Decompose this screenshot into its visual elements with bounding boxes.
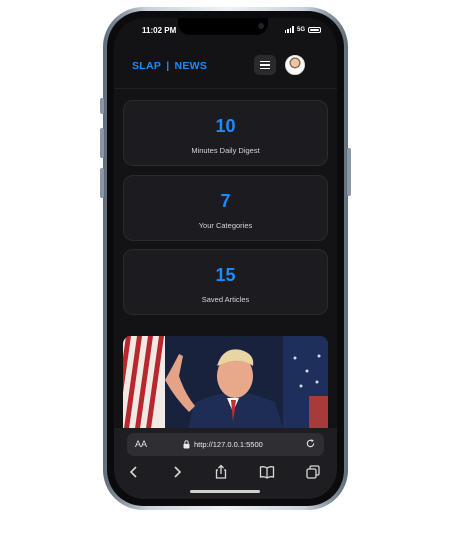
avatar[interactable]	[285, 55, 305, 75]
text-size-button[interactable]: AA	[135, 439, 147, 449]
article-image[interactable]	[123, 336, 328, 428]
power-button	[347, 148, 351, 196]
menu-line	[260, 60, 270, 63]
network-label: 5G	[296, 26, 305, 33]
stat-value: 10	[215, 116, 236, 136]
browser-toolbar: AA http://127.0.0.1:5500	[114, 428, 337, 499]
stat-card-saved: 15 Saved Articles	[123, 249, 328, 315]
hamburger-menu-button[interactable]	[254, 55, 276, 75]
share-icon[interactable]	[213, 464, 229, 480]
stat-label: Your Categories	[198, 221, 253, 230]
stat-label: Minutes Daily Digest	[191, 146, 260, 155]
brand-separator: |	[166, 60, 170, 72]
stat-value: 7	[220, 191, 231, 211]
volume-down-button	[100, 168, 104, 198]
home-indicator	[190, 490, 260, 493]
app-header: SLAP | NEWS	[114, 48, 337, 89]
url-text: http://127.0.0.1:5500	[194, 440, 263, 449]
status-bar: 11:02 PM 5G	[114, 18, 337, 46]
signal-icon	[284, 26, 294, 33]
article-photo	[123, 336, 328, 428]
battery-icon	[308, 26, 321, 33]
stat-label: Saved Articles	[201, 295, 250, 304]
silent-switch	[100, 98, 104, 114]
menu-line	[260, 67, 270, 70]
status-time: 11:02 PM	[142, 26, 177, 35]
stat-card-categories: 7 Your Categories	[123, 175, 328, 241]
address-bar[interactable]: AA http://127.0.0.1:5500	[127, 433, 324, 456]
phone-screen: 11:02 PM 5G SLAP | NEWS 10 Minutes Daily…	[114, 18, 337, 499]
front-camera	[258, 23, 264, 29]
back-icon[interactable]	[126, 464, 142, 480]
stat-card-digest: 10 Minutes Daily Digest	[123, 100, 328, 166]
forward-icon[interactable]	[169, 464, 185, 480]
volume-up-button	[100, 128, 104, 158]
bookmarks-icon[interactable]	[259, 464, 275, 480]
notch	[178, 18, 268, 35]
brand-slap: SLAP	[132, 60, 162, 72]
brand-news: NEWS	[174, 60, 208, 72]
browser-nav	[114, 462, 337, 484]
brand-logo[interactable]: SLAP | NEWS	[132, 60, 207, 72]
reload-icon[interactable]	[305, 438, 316, 449]
menu-line	[260, 64, 270, 66]
lock-icon	[183, 440, 190, 449]
tabs-icon[interactable]	[305, 464, 321, 480]
stat-value: 15	[215, 265, 236, 285]
status-indicators: 5G	[284, 26, 321, 33]
